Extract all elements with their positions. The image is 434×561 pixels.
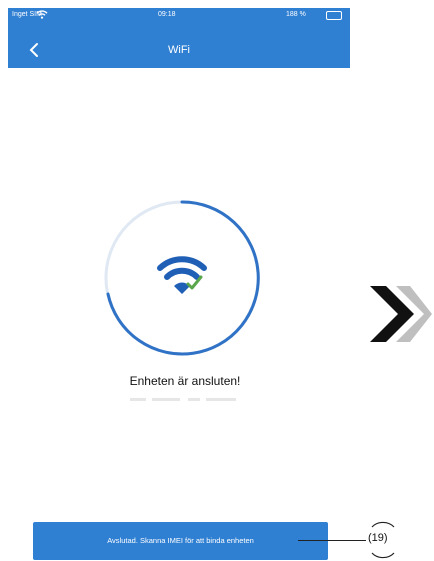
- double-chevron-right-icon: [370, 286, 432, 342]
- battery-percent: 188 %: [286, 11, 306, 18]
- callout-leader-line: [298, 540, 366, 541]
- page-title: WiFi: [168, 44, 190, 56]
- battery-icon: [326, 11, 342, 20]
- callout-bracket: [371, 521, 395, 559]
- wifi-signal-icon: [36, 10, 48, 19]
- status-time: 09:18: [158, 11, 176, 18]
- scan-imei-label: Avslutad. Skanna IMEI för att binda enhe…: [107, 536, 254, 545]
- scan-imei-bar[interactable]: Avslutad. Skanna IMEI för att binda enhe…: [33, 522, 328, 560]
- connection-ring: [104, 200, 260, 356]
- status-subtext-placeholder: [130, 398, 236, 401]
- connection-status-text: Enheten är ansluten!: [129, 374, 241, 388]
- phone-header: Inget SIM 09:18 188 % WiFi: [8, 8, 350, 68]
- status-bar: Inget SIM 09:18 188 %: [8, 8, 350, 26]
